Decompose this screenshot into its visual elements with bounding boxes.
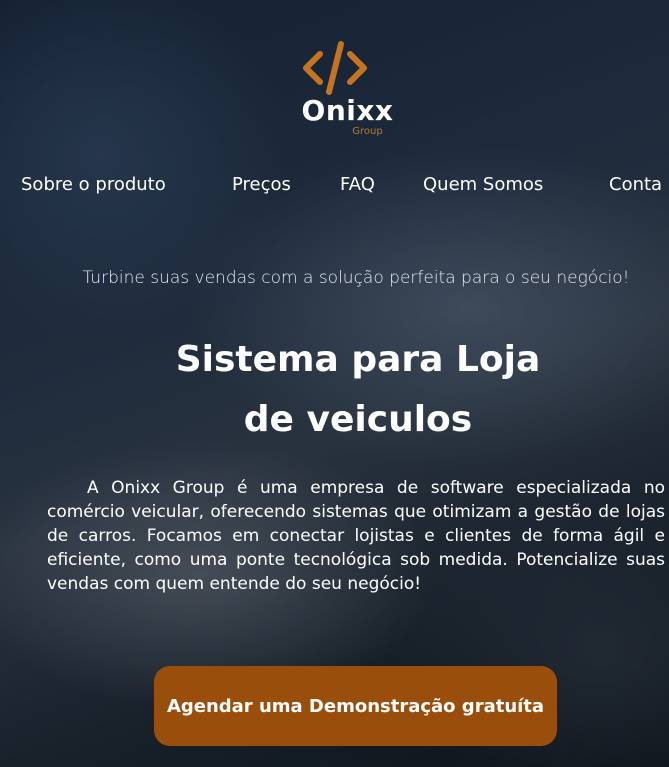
schedule-demo-button[interactable]: Agendar uma Demonstração gratuíta bbox=[154, 666, 557, 746]
hero-description: A Onixx Group é uma empresa de software … bbox=[47, 478, 665, 594]
nav-item-faq[interactable]: FAQ bbox=[340, 172, 375, 198]
hero-title-line-2: de veiculos bbox=[243, 399, 473, 440]
hero-title: Sistema para Loja de veiculos bbox=[0, 330, 669, 450]
hero-section: Onixx Group Sobre o produto Preços FAQ Q… bbox=[0, 0, 669, 767]
logo[interactable]: Onixx Group bbox=[0, 40, 669, 138]
nav-item-conta[interactable]: Conta bbox=[609, 172, 662, 198]
nav-item-quem-somos[interactable]: Quem Somos bbox=[423, 172, 543, 198]
main-nav: Sobre o produto Preços FAQ Quem Somos Co… bbox=[0, 172, 669, 200]
nav-item-sobre-o-produto[interactable]: Sobre o produto bbox=[21, 172, 166, 198]
brand-subtitle: Group bbox=[352, 126, 383, 137]
hero-title-line-1: Sistema para Loja bbox=[175, 339, 541, 380]
hero-tagline: Turbine suas vendas com a solução perfei… bbox=[82, 268, 630, 288]
code-brackets-icon bbox=[302, 41, 367, 95]
brand-name: Onixx bbox=[301, 94, 394, 127]
nav-item-precos[interactable]: Preços bbox=[232, 172, 291, 198]
